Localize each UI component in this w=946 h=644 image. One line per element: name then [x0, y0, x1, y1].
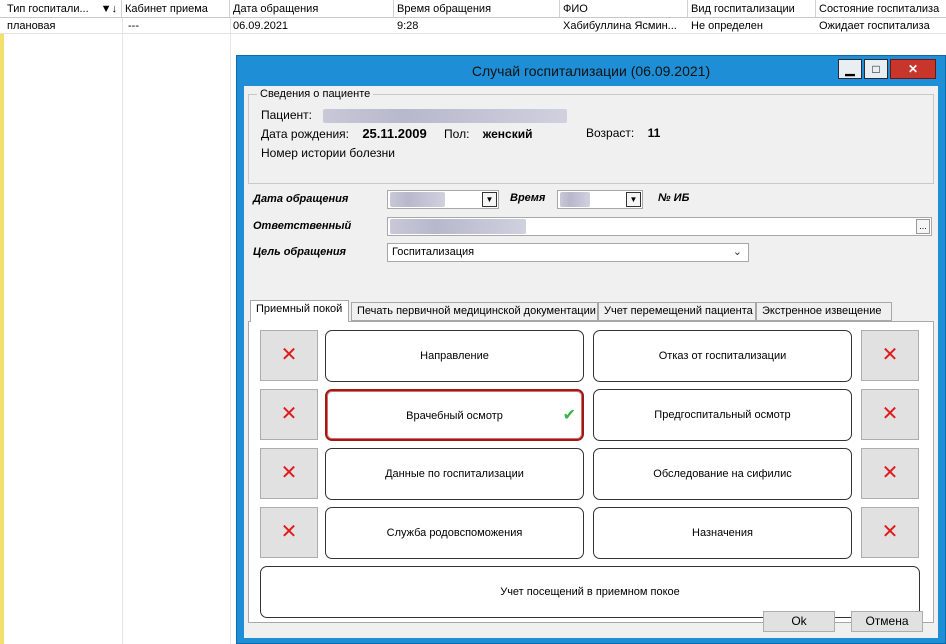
- refusal-button[interactable]: Отказ от госпитализации: [593, 330, 852, 382]
- grid-header: Тип госпитали... ▼↓ Кабинет приема Дата …: [0, 0, 946, 18]
- sex-label: Пол:: [444, 127, 470, 141]
- hospitalization-case-dialog: Случай госпитализации (06.09.2021) ▁ □ ✕…: [236, 55, 946, 644]
- table-row[interactable]: плановая --- 06.09.2021 9:28 Хабибуллина…: [0, 18, 946, 34]
- date-dropdown-icon[interactable]: ▼: [482, 192, 497, 207]
- delete-referral-button[interactable]: ✕: [260, 330, 318, 381]
- maximize-button[interactable]: □: [864, 59, 888, 79]
- column-header-hosp-kind[interactable]: Вид госпитализации: [688, 0, 816, 18]
- cell-cabinet: ---: [128, 20, 139, 32]
- patient-info-legend: Сведения о пациенте: [257, 88, 374, 100]
- delete-syphilis-exam-button[interactable]: ✕: [861, 448, 919, 499]
- patient-name-redacted: [323, 108, 568, 123]
- purpose-select[interactable]: Госпитализация ⌄: [387, 243, 749, 262]
- column-header-date[interactable]: Дата обращения: [230, 0, 394, 18]
- history-number-label: Номер истории болезни: [261, 146, 395, 160]
- responsible-browse-button[interactable]: ...: [916, 219, 930, 234]
- reception-tab-panel: ✕ Направление Отказ от госпитализации ✕ …: [248, 321, 934, 623]
- check-icon: ✔: [562, 407, 576, 424]
- responsible-value-redacted: [390, 219, 526, 234]
- time-combo[interactable]: ▼: [557, 190, 643, 209]
- grid-divider: [122, 18, 123, 644]
- cell-state: Ожидает госпитализа: [819, 20, 930, 32]
- grid-divider: [230, 18, 231, 644]
- minimize-button[interactable]: ▁: [838, 59, 862, 79]
- tab-print-docs[interactable]: Печать первичной медицинской документаци…: [351, 302, 598, 321]
- tab-emergency-notice[interactable]: Экстренное извещение: [756, 302, 892, 321]
- delete-hosp-data-button[interactable]: ✕: [260, 448, 318, 499]
- age-value: 11: [647, 126, 661, 140]
- close-icon: ✕: [881, 403, 899, 425]
- date-label: Дата обращения: [253, 193, 349, 205]
- time-value-redacted: [560, 192, 590, 207]
- tab-movements[interactable]: Учет перемещений пациента: [598, 302, 756, 321]
- hosp-data-button[interactable]: Данные по госпитализации: [325, 448, 584, 500]
- patient-age-line: Возраст: 11: [586, 126, 660, 140]
- cell-fio: Хабибуллина Ясмин...: [563, 20, 677, 32]
- column-header-fio[interactable]: ФИО: [560, 0, 688, 18]
- tab-reception[interactable]: Приемный покой: [250, 300, 349, 322]
- close-icon: ✕: [881, 521, 899, 543]
- dob-label: Дата рождения:: [261, 127, 349, 141]
- column-header-state[interactable]: Состояние госпитализа: [816, 0, 946, 18]
- selection-stripe: [0, 0, 4, 644]
- dob-value: 25.11.2009: [362, 126, 427, 141]
- maximize-icon: □: [872, 62, 880, 76]
- close-button[interactable]: ✕: [890, 59, 936, 79]
- date-value-redacted: [390, 192, 445, 207]
- column-header-time[interactable]: Время обращения: [394, 0, 560, 18]
- sort-desc-icon[interactable]: ▼↓: [101, 0, 117, 18]
- age-label: Возраст:: [586, 126, 635, 140]
- delete-prescriptions-button[interactable]: ✕: [861, 507, 919, 558]
- delete-pre-hosp-exam-button[interactable]: ✕: [861, 389, 919, 440]
- close-icon: ✕: [881, 462, 899, 484]
- cancel-button[interactable]: Отмена: [851, 611, 923, 632]
- ib-label: № ИБ: [658, 192, 690, 204]
- dialog-title-bar[interactable]: Случай госпитализации (06.09.2021) ▁ □ ✕: [237, 56, 945, 86]
- ok-button[interactable]: Ok: [763, 611, 835, 632]
- pre-hosp-exam-button[interactable]: Предгоспитальный осмотр: [593, 389, 852, 441]
- patient-dob-line: Дата рождения: 25.11.2009 Пол: женский: [261, 126, 532, 141]
- delete-refusal-button[interactable]: ✕: [861, 330, 919, 381]
- obstetric-service-button[interactable]: Служба родовспоможения: [325, 507, 584, 559]
- cell-date: 06.09.2021: [233, 20, 289, 32]
- chevron-down-icon: ⌄: [732, 246, 742, 258]
- patient-name-line: Пациент:: [261, 108, 568, 123]
- responsible-label: Ответственный: [253, 220, 352, 232]
- close-icon: ✕: [280, 344, 298, 366]
- prescriptions-button[interactable]: Назначения: [593, 507, 852, 559]
- close-icon: ✕: [280, 462, 298, 484]
- patient-info-group: Сведения о пациенте Пациент: Дата рожден…: [248, 88, 934, 184]
- syphilis-exam-button[interactable]: Обследование на сифилис: [593, 448, 852, 500]
- time-label: Время: [510, 192, 546, 204]
- delete-obstetric-button[interactable]: ✕: [260, 507, 318, 558]
- cell-hosp-kind: Не определен: [691, 20, 763, 32]
- close-icon: ✕: [881, 344, 899, 366]
- delete-doctor-exam-button[interactable]: ✕: [260, 389, 318, 440]
- tab-strip: Приемный покой Печать первичной медицинс…: [248, 300, 938, 322]
- close-icon: ✕: [907, 62, 919, 76]
- doctor-exam-button[interactable]: Врачебный осмотр ✔: [325, 389, 584, 441]
- column-header-cabinet[interactable]: Кабинет приема: [122, 0, 230, 18]
- cell-time: 9:28: [397, 20, 419, 32]
- sex-value: женский: [482, 127, 533, 141]
- purpose-value: Госпитализация: [392, 246, 475, 258]
- purpose-label: Цель обращения: [253, 246, 347, 258]
- cell-type: плановая: [7, 20, 56, 32]
- close-icon: ✕: [280, 403, 298, 425]
- time-dropdown-icon[interactable]: ▼: [626, 192, 641, 207]
- column-header-type[interactable]: Тип госпитали... ▼↓: [4, 0, 122, 18]
- referral-button[interactable]: Направление: [325, 330, 584, 382]
- doctor-exam-label: Врачебный осмотр: [406, 410, 503, 422]
- dialog-client-area: Сведения о пациенте Пациент: Дата рожден…: [244, 86, 938, 638]
- close-icon: ✕: [280, 521, 298, 543]
- minimize-icon: ▁: [845, 62, 855, 76]
- patient-label: Пациент:: [261, 108, 313, 122]
- date-combo[interactable]: ▼: [387, 190, 499, 209]
- responsible-field[interactable]: ...: [387, 217, 932, 236]
